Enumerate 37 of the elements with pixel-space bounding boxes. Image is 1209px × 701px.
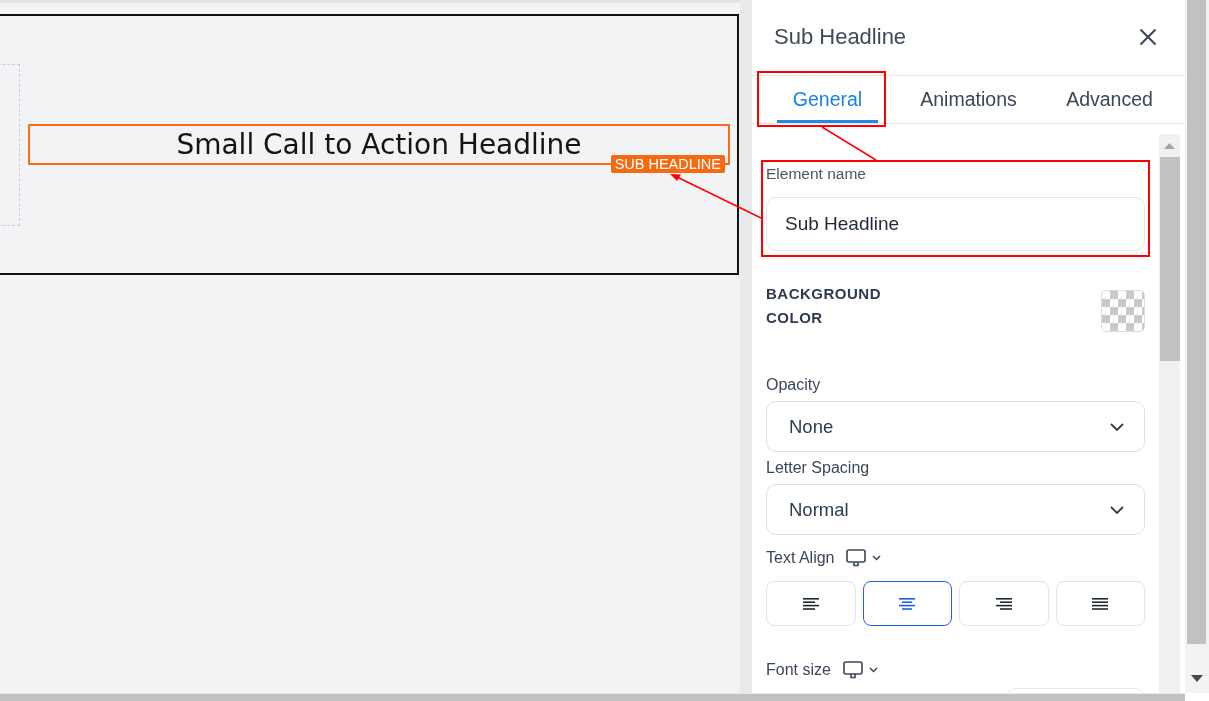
align-center-icon bbox=[899, 597, 916, 610]
element-tag: SUB HEADLINE bbox=[610, 155, 725, 173]
scroll-down-arrow-icon[interactable] bbox=[1191, 675, 1203, 682]
chevron-down-icon bbox=[1110, 505, 1124, 514]
field-label: Element name bbox=[766, 165, 866, 183]
panel-title: Sub Headline bbox=[774, 23, 907, 50]
tab[interactable]: Animations bbox=[904, 76, 1033, 123]
close-button[interactable] bbox=[1139, 27, 1157, 46]
align-left-icon bbox=[802, 597, 819, 610]
monitor-icon bbox=[842, 661, 863, 679]
field-label: Letter Spacing bbox=[766, 459, 870, 477]
chevron-down-icon bbox=[872, 555, 882, 561]
tab[interactable]: General bbox=[776, 76, 879, 123]
field-label: Opacity bbox=[766, 376, 821, 394]
close-icon bbox=[1139, 27, 1157, 46]
headline-text: Small Call to Action Headline bbox=[176, 127, 582, 162]
scrollbar-thumb[interactable] bbox=[1160, 157, 1180, 361]
section-label: BACKGROUND COLOR bbox=[766, 284, 882, 328]
field-label: Text Align bbox=[766, 549, 835, 567]
field-label: Font size bbox=[766, 661, 831, 679]
annotation-line bbox=[821, 126, 877, 161]
chevron-down-icon bbox=[1110, 422, 1124, 431]
select-field[interactable]: Normal bbox=[766, 484, 1145, 535]
device-toggle[interactable] bbox=[846, 549, 882, 567]
device-toggle[interactable] bbox=[842, 661, 878, 679]
align-right-icon bbox=[995, 597, 1012, 610]
scrollbar-thumb[interactable] bbox=[1187, 0, 1206, 644]
horizontal-scrollbar-thumb[interactable] bbox=[0, 693, 1185, 701]
tab[interactable]: Advanced bbox=[1050, 76, 1169, 123]
monitor-icon bbox=[846, 549, 867, 567]
align-justify-icon bbox=[1092, 597, 1109, 610]
scroll-up-arrow-icon[interactable] bbox=[1164, 143, 1175, 149]
chevron-down-icon bbox=[868, 667, 878, 673]
align-button[interactable] bbox=[862, 581, 952, 626]
text-input-field[interactable]: Sub Headline bbox=[766, 197, 1145, 251]
select-field[interactable]: None bbox=[766, 401, 1145, 452]
color-swatch-icon[interactable] bbox=[1101, 290, 1145, 332]
